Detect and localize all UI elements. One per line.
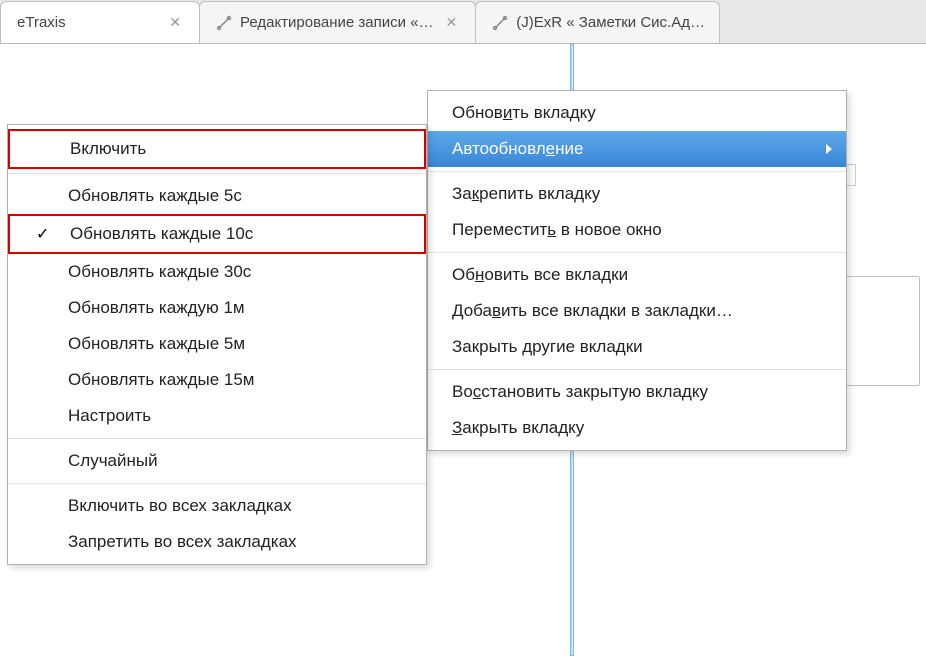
submenu-item[interactable]: Настроить — [8, 398, 426, 434]
context-menu-item[interactable]: Закрепить вкладку — [428, 176, 846, 212]
content-area: а а Обновить вкладкуАвтообновлениеЗакреп… — [0, 44, 926, 656]
tab-etraxis[interactable]: eTraxis ✕ — [0, 1, 200, 43]
menu-item-label: Закрепить вкладку — [452, 184, 600, 204]
menu-item-label: Добавить все вкладки в закладки… — [452, 301, 733, 321]
menu-separator — [428, 252, 846, 253]
menu-item-label: Обновлять каждые 15м — [68, 370, 255, 390]
menu-item-label: Настроить — [68, 406, 151, 426]
tab-title: Редактирование записи «… — [240, 14, 434, 31]
close-icon[interactable]: ✕ — [442, 14, 462, 31]
context-menu-item[interactable]: Восстановить закрытую вкладку — [428, 374, 846, 410]
menu-item-label: Закрыть другие вкладки — [452, 337, 643, 357]
menu-item-label: Закрыть вкладку — [452, 418, 584, 438]
wrench-icon — [216, 15, 232, 31]
tab-title: eTraxis — [17, 14, 66, 31]
context-menu-item[interactable]: Переместить в новое окно — [428, 212, 846, 248]
tab-title: (J)ExR « Заметки Сис.Ад… — [516, 14, 705, 31]
context-menu-item[interactable]: Закрыть другие вкладки — [428, 329, 846, 365]
menu-separator — [8, 483, 426, 484]
menu-item-label: Обновить вкладку — [452, 103, 596, 123]
submenu-item[interactable]: ✓ Обновлять каждые 10с — [8, 214, 426, 254]
submenu-item[interactable]: Обновлять каждые 5м — [8, 326, 426, 362]
menu-item-label: Обновлять каждые 5м — [68, 334, 245, 354]
context-menu-item[interactable]: Обновить все вкладки — [428, 257, 846, 293]
menu-separator — [428, 369, 846, 370]
menu-separator — [8, 438, 426, 439]
menu-item-label: Обновлять каждые 5с — [68, 186, 242, 206]
menu-item-label: Автообновление — [452, 139, 583, 159]
menu-item-label: Обновлять каждые 30с — [68, 262, 251, 282]
menu-item-label: Включить во всех закладках — [68, 496, 292, 516]
menu-separator — [428, 171, 846, 172]
context-menu-item[interactable]: Обновить вкладку — [428, 95, 846, 131]
submenu-item[interactable]: Включить во всех закладках — [8, 488, 426, 524]
submenu-item[interactable]: Включить — [8, 129, 426, 169]
context-menu-item[interactable]: Добавить все вкладки в закладки… — [428, 293, 846, 329]
menu-item-label: Запретить во всех закладках — [68, 532, 297, 552]
menu-separator — [8, 173, 426, 174]
tab-context-menu: Обновить вкладку Автообновление Закрепить … — [427, 90, 847, 451]
context-menu-item[interactable]: Закрыть вкладку — [428, 410, 846, 446]
submenu-item[interactable]: Обновлять каждые 30с — [8, 254, 426, 290]
check-icon: ✓ — [36, 224, 49, 244]
tab-bar: eTraxis ✕ Редактирование записи «… ✕ (J)… — [0, 0, 926, 44]
menu-item-label: Восстановить закрытую вкладку — [452, 382, 708, 402]
submenu-item[interactable]: Обновлять каждую 1м — [8, 290, 426, 326]
menu-item-label: Переместить в новое окно — [452, 220, 662, 240]
submenu-item[interactable]: Обновлять каждые 5с — [8, 178, 426, 214]
tab-edit-record[interactable]: Редактирование записи «… ✕ — [199, 1, 476, 43]
tab-jexr[interactable]: (J)ExR « Заметки Сис.Ад… — [475, 1, 720, 43]
submenu-arrow-icon — [826, 139, 832, 159]
menu-item-label: Включить — [70, 139, 146, 159]
menu-item-label: Обновить все вкладки — [452, 265, 628, 285]
wrench-icon — [492, 15, 508, 31]
submenu-item[interactable]: Обновлять каждые 15м — [8, 362, 426, 398]
menu-item-label: Случайный — [68, 451, 158, 471]
context-menu-item[interactable]: Автообновление — [428, 131, 846, 167]
auto-refresh-submenu: Включить Обновлять каждые 5с ✓ Обновлять ка… — [7, 124, 427, 565]
menu-item-label: Обновлять каждые 10с — [70, 224, 253, 244]
menu-item-label: Обновлять каждую 1м — [68, 298, 245, 318]
submenu-item[interactable]: Запретить во всех закладках — [8, 524, 426, 560]
submenu-item[interactable]: Случайный — [8, 443, 426, 479]
close-icon[interactable]: ✕ — [165, 14, 185, 31]
